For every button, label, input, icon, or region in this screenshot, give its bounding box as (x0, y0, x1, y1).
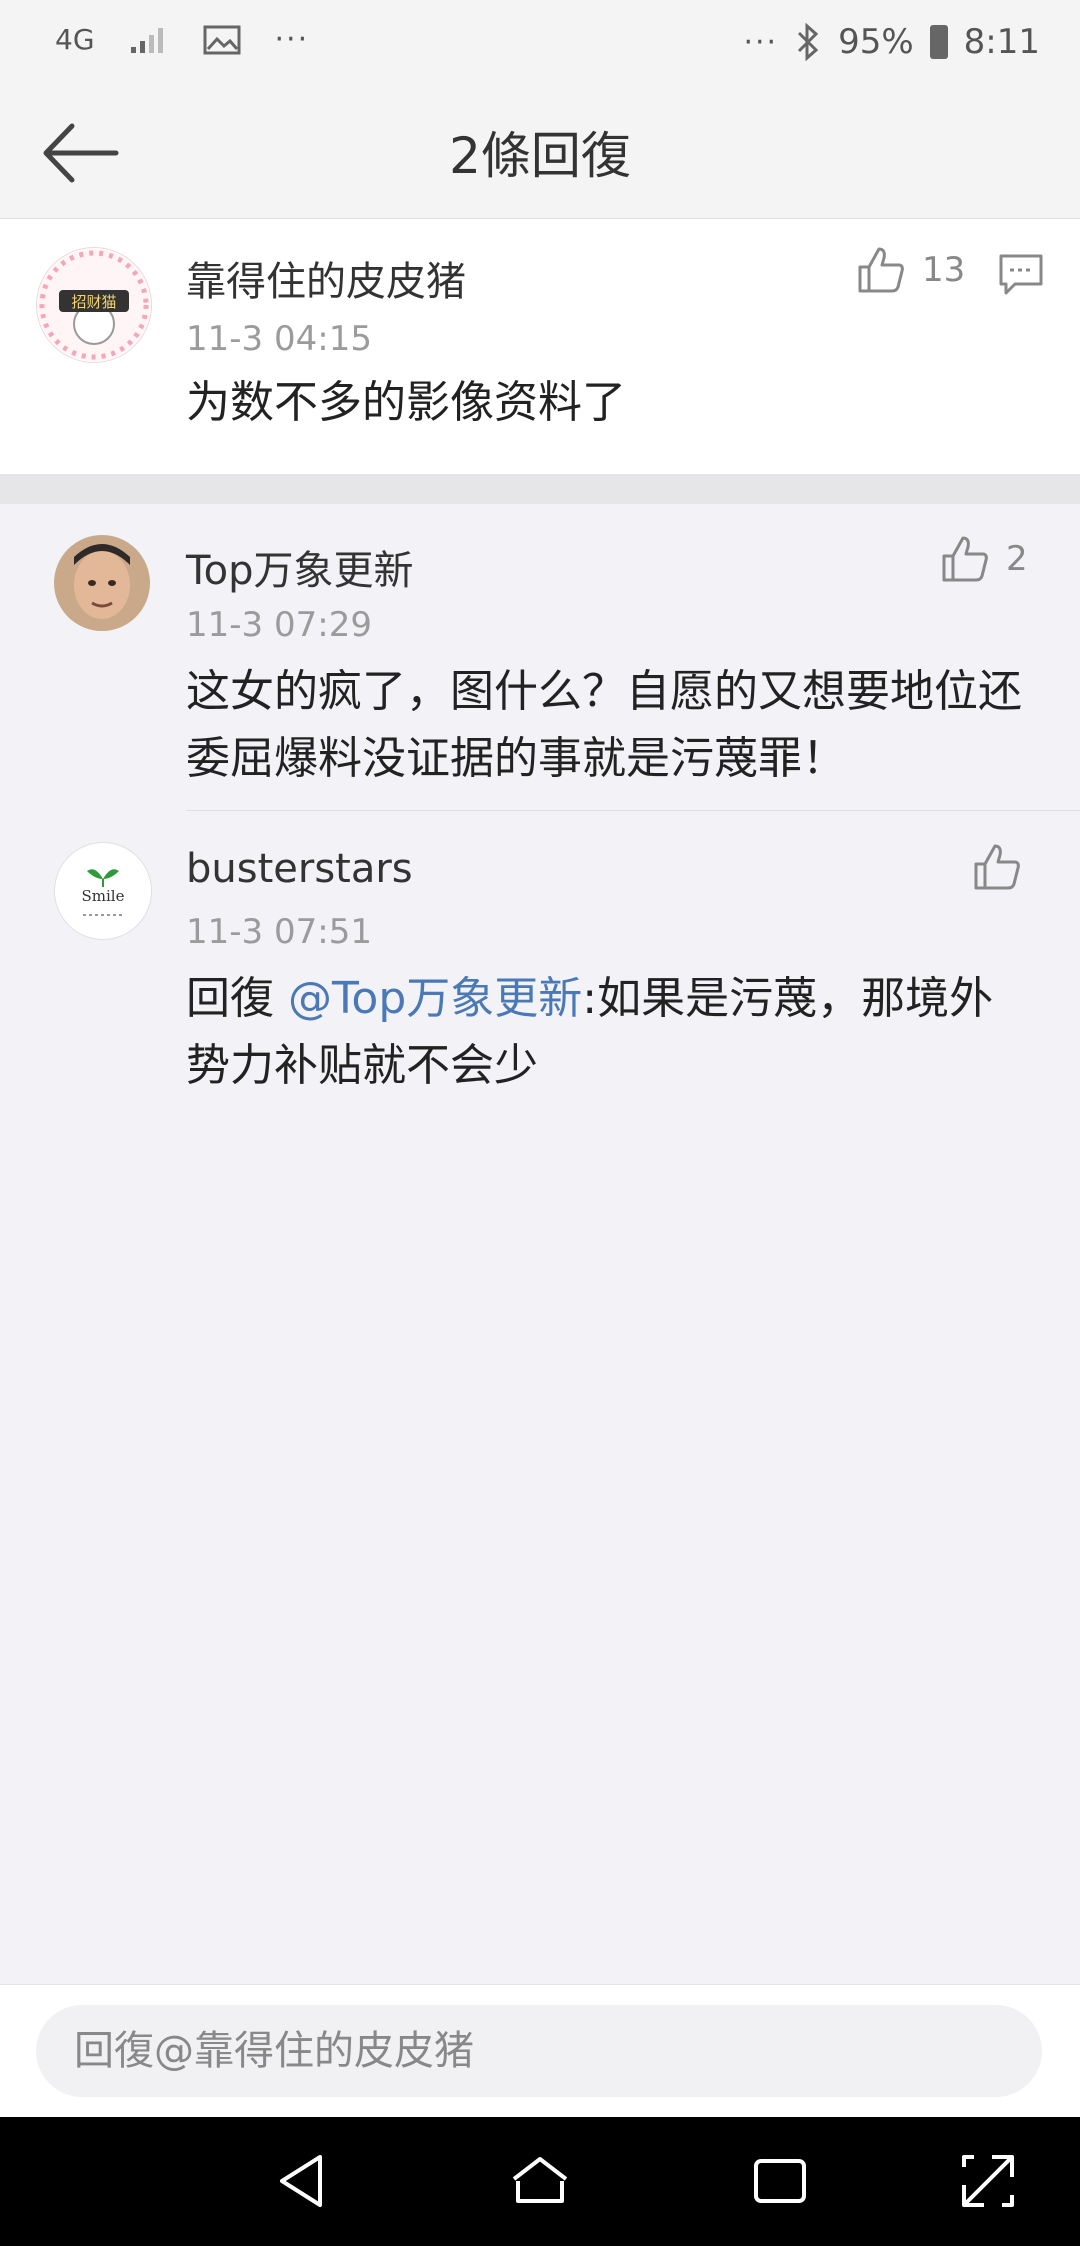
comment-text: 为数不多的影像资料了 (186, 377, 626, 428)
mention-link[interactable]: @Top万象更新 (288, 973, 582, 1024)
page-title: 2條回復 (449, 127, 631, 185)
more-notifications: ··· (274, 22, 310, 57)
like-button[interactable]: 13 (856, 245, 965, 295)
network-type: 4G (55, 22, 95, 56)
nav-recents-button[interactable] (748, 2149, 812, 2213)
top-bar: 2條回復 (0, 90, 1080, 219)
signal-icon (130, 27, 163, 53)
back-triangle-icon (280, 2155, 322, 2207)
status-dots: ··· (743, 24, 779, 60)
reply-input[interactable]: 回復@靠得住的皮皮猪 (36, 2005, 1042, 2097)
battery-percent: 95% (838, 22, 914, 62)
main-comment: 招财猫 靠得住的皮皮猪 11-3 04:15 为数不多的影像资料了 13 (0, 219, 1080, 474)
avatar-image: Smile (56, 844, 150, 938)
battery-icon (929, 25, 948, 59)
like-count: 2 (1006, 539, 1028, 579)
like-button[interactable] (972, 842, 1038, 892)
status-bar: 4G ··· ··· 95% 8:11 (0, 0, 1080, 90)
avatar[interactable] (54, 535, 150, 631)
expand-icon (962, 2155, 1014, 2207)
like-count: 13 (922, 250, 966, 290)
like-button[interactable]: 2 (940, 534, 1028, 584)
avatar-text: 招财猫 (71, 293, 116, 311)
reply-divider (186, 810, 1080, 811)
nav-home-button[interactable] (508, 2149, 572, 2213)
clock: 8:11 (963, 22, 1040, 62)
reply-bar: 回復@靠得住的皮皮猪 (0, 1984, 1080, 2117)
reply-time: 11-3 07:51 (186, 912, 372, 952)
home-icon (512, 2157, 568, 2203)
avatar[interactable]: 招财猫 (36, 247, 152, 363)
recents-icon (754, 2159, 806, 2203)
avatar[interactable]: Smile (54, 842, 152, 940)
reply-comment-button[interactable] (998, 253, 1044, 301)
reply-username[interactable]: busterstars (186, 846, 413, 892)
bluetooth-icon (798, 23, 819, 61)
navigation-bar (0, 2117, 1080, 2246)
reply-text: 这女的疯了，图什么？自愿的又想要地位还委屈爆料没证据的事就是污蔑罪！ (186, 666, 1022, 784)
reply-username[interactable]: Top万象更新 (186, 538, 414, 596)
comment-time: 11-3 04:15 (186, 319, 372, 359)
comment-username[interactable]: 靠得住的皮皮猪 (186, 249, 466, 307)
reply-time: 11-3 07:29 (186, 605, 372, 645)
avatar-image (54, 535, 150, 631)
avatar-text: Smile (82, 887, 125, 905)
avatar-image: 招财猫 (38, 249, 150, 361)
nav-expand-button[interactable] (956, 2149, 1020, 2213)
reply-prefix: 回復 (186, 973, 288, 1024)
thumbs-up-icon (974, 844, 1020, 890)
section-divider (0, 474, 1080, 504)
reply-text: 回復 @Top万象更新:如果是污蔑，那境外势力补贴就不会少 (186, 965, 1016, 1099)
image-icon (203, 25, 241, 54)
comment-icon (999, 254, 1043, 295)
thumbs-up-icon (942, 536, 988, 582)
nav-back-button[interactable] (272, 2149, 336, 2213)
thumbs-up-icon (858, 247, 904, 293)
